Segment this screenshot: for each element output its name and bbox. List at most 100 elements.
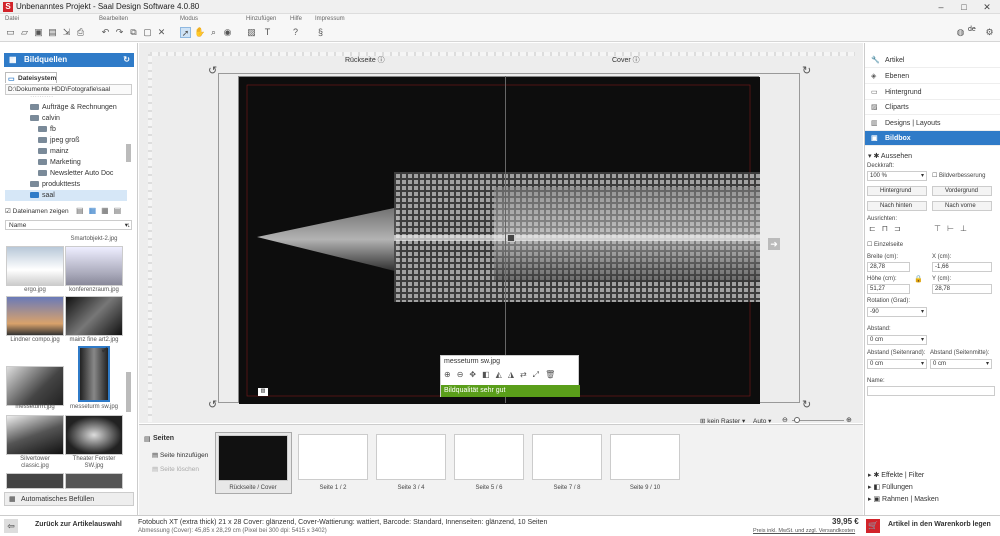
foreground-button[interactable]: Vordergrund xyxy=(932,186,992,196)
price-note-link[interactable]: Preis inkl. MwSt. und zzgl. Versandkoste… xyxy=(753,528,855,534)
thumb-ergo[interactable] xyxy=(6,246,64,286)
arrow-right-icon[interactable]: ➜ xyxy=(768,238,780,250)
save-as-icon[interactable]: ▤ xyxy=(47,27,58,38)
language-select[interactable]: de xyxy=(968,26,976,33)
opacity-select[interactable]: 100 % ▾ xyxy=(867,171,927,181)
delete-page-button[interactable]: ▤ Seite löschen xyxy=(152,465,199,473)
thumb-konferenzraum[interactable] xyxy=(65,246,123,286)
spacing-select[interactable]: 0 cm ▾ xyxy=(867,335,927,345)
rotate-handle-icon[interactable]: ↺ xyxy=(208,398,217,411)
paste-icon[interactable]: ▢ xyxy=(142,27,153,38)
print-icon[interactable]: ⎙ xyxy=(75,27,86,38)
tree-scrollbar[interactable] xyxy=(126,144,131,162)
name-input[interactable] xyxy=(867,386,995,396)
image-tool-icons[interactable]: ⊕⊖✥◧◭◮⇄⤢🗑 xyxy=(444,370,561,380)
thumb-scrollbar[interactable] xyxy=(126,372,131,412)
autofill-button[interactable]: ▦ Automatisches Befüllen xyxy=(4,492,134,506)
section-rahmen[interactable]: ▸ ▣ Rahmen | Masken xyxy=(868,495,939,503)
tree-item[interactable]: Newsletter Auto Doc xyxy=(5,168,127,179)
maximize-button[interactable]: □ xyxy=(953,1,975,13)
tree-item[interactable]: jpeg groß xyxy=(5,135,127,146)
thumb-messeturm[interactable] xyxy=(6,366,64,406)
send-back-button[interactable]: Nach hinten xyxy=(867,201,927,211)
delete-icon[interactable]: ✕ xyxy=(156,27,167,38)
undo-icon[interactable]: ↶ xyxy=(100,27,111,38)
minimize-button[interactable]: – xyxy=(930,1,952,13)
page-thumb[interactable] xyxy=(376,434,446,480)
tree-item[interactable]: mainz xyxy=(5,146,127,157)
menu-datei[interactable]: Datei xyxy=(5,16,19,22)
menu-hilfe[interactable]: Hilfe xyxy=(290,16,302,22)
refresh-icon[interactable]: ↻ xyxy=(123,53,130,67)
zoom-slider-knob[interactable] xyxy=(794,417,800,423)
back-to-articles-button[interactable]: Zurück zur Artikelauswahl xyxy=(35,521,122,528)
thumb-partial[interactable] xyxy=(6,473,64,489)
legal-icon[interactable]: § xyxy=(315,27,326,38)
redo-icon[interactable]: ↷ xyxy=(114,27,125,38)
tree-item[interactable]: Aufträge & Rechnungen xyxy=(5,102,127,113)
nav-bildbox[interactable]: ▣ Bildbox xyxy=(865,131,1000,146)
rotate-handle-icon[interactable]: ↻ xyxy=(802,64,811,77)
copy-icon[interactable]: ⧉ xyxy=(128,27,139,38)
zoom-out-icon[interactable]: ⊖ xyxy=(782,416,788,424)
section-effekte[interactable]: ▸ ✱ Effekte | Filter xyxy=(868,471,924,479)
center-handle[interactable] xyxy=(507,234,515,242)
page-thumb[interactable] xyxy=(610,434,680,480)
thumb-theater[interactable] xyxy=(65,415,123,455)
help-icon[interactable]: ? xyxy=(290,27,301,38)
gear-icon[interactable]: ⚙ xyxy=(984,27,995,38)
section-fuellungen[interactable]: ▸ ◧ Füllungen xyxy=(868,483,913,491)
cart-icon[interactable]: 🛒 xyxy=(866,519,880,533)
rotate-handle-icon[interactable]: ↺ xyxy=(208,64,217,77)
height-input[interactable]: 51,27 xyxy=(867,284,910,294)
nav-ebenen[interactable]: ◈ Ebenen xyxy=(865,69,1000,84)
bring-front-button[interactable]: Nach vorne xyxy=(932,201,992,211)
zoom-mode-icon[interactable]: ⌕ xyxy=(208,27,219,38)
save-icon[interactable]: ▣ xyxy=(33,27,44,38)
view-mode-icons[interactable]: ▤▦▦▤ xyxy=(76,206,126,215)
cover-spread[interactable] xyxy=(238,76,764,404)
enhance-checkbox[interactable]: ☐ Bildverbesserung xyxy=(932,172,985,179)
align-icons-left[interactable]: ⊏⊓⊐ xyxy=(869,224,907,233)
thumb-partial[interactable] xyxy=(65,473,123,489)
margin-center-select[interactable]: 0 cm ▾ xyxy=(930,359,992,369)
nav-artikel[interactable]: 🔧 Artikel xyxy=(865,53,1000,68)
show-names-checkbox[interactable]: ☑ Dateinamen zeigen xyxy=(5,207,69,215)
y-input[interactable]: 28,78 xyxy=(932,284,992,294)
tree-item[interactable]: produkttests xyxy=(5,179,127,190)
menu-modus[interactable]: Modus xyxy=(180,16,198,22)
page-thumb[interactable] xyxy=(532,434,602,480)
align-icons-right[interactable]: ⊤⊢⊥ xyxy=(934,224,973,233)
nav-designs[interactable]: ▥ Designs | Layouts xyxy=(865,116,1000,131)
menu-bearbeiten[interactable]: Bearbeiten xyxy=(99,16,128,22)
add-page-button[interactable]: ▤ Seite hinzufügen xyxy=(152,451,208,459)
thumb-silvertower[interactable] xyxy=(6,415,64,455)
page-thumb[interactable] xyxy=(298,434,368,480)
margin-edge-select[interactable]: 0 cm ▾ xyxy=(867,359,927,369)
tree-item[interactable]: Marketing xyxy=(5,157,127,168)
path-field[interactable]: D:\Dokumente HDD\Fotografie\saal xyxy=(5,84,132,95)
close-button[interactable]: ✕ xyxy=(976,1,998,13)
sort-direction-icon[interactable]: ↓ xyxy=(127,222,131,229)
thumb-mainz[interactable] xyxy=(65,296,123,336)
back-arrow-icon[interactable]: ⇦ xyxy=(4,519,18,533)
menu-impressum[interactable]: Impressum xyxy=(315,16,345,22)
background-button[interactable]: Hintergrund xyxy=(867,186,927,196)
page-thumb[interactable] xyxy=(454,434,524,480)
single-page-checkbox[interactable]: ☐ Einzelseite xyxy=(867,241,903,248)
add-image-icon[interactable]: ▨ xyxy=(246,27,257,38)
sort-select[interactable]: Name ▾ xyxy=(5,220,132,230)
export-icon[interactable]: ⇲ xyxy=(61,27,72,38)
tree-item[interactable]: calvin xyxy=(5,113,127,124)
open-icon[interactable]: ▱ xyxy=(19,27,30,38)
hand-mode-icon[interactable]: ✋ xyxy=(194,27,205,38)
tree-item[interactable]: fb xyxy=(5,124,127,135)
add-text-icon[interactable]: T xyxy=(262,27,273,38)
tab-dateisystem[interactable]: ▭ Dateisystem xyxy=(5,72,57,83)
rotate-handle-icon[interactable]: ↻ xyxy=(802,398,811,411)
tree-item-selected[interactable]: saal xyxy=(5,190,127,201)
add-to-cart-button[interactable]: Artikel in den Warenkorb legen xyxy=(888,521,991,528)
width-input[interactable]: 28,78 xyxy=(867,262,910,272)
lock-icon[interactable]: 🔒 xyxy=(914,275,923,283)
select-mode-icon[interactable]: ➚ xyxy=(180,27,191,38)
